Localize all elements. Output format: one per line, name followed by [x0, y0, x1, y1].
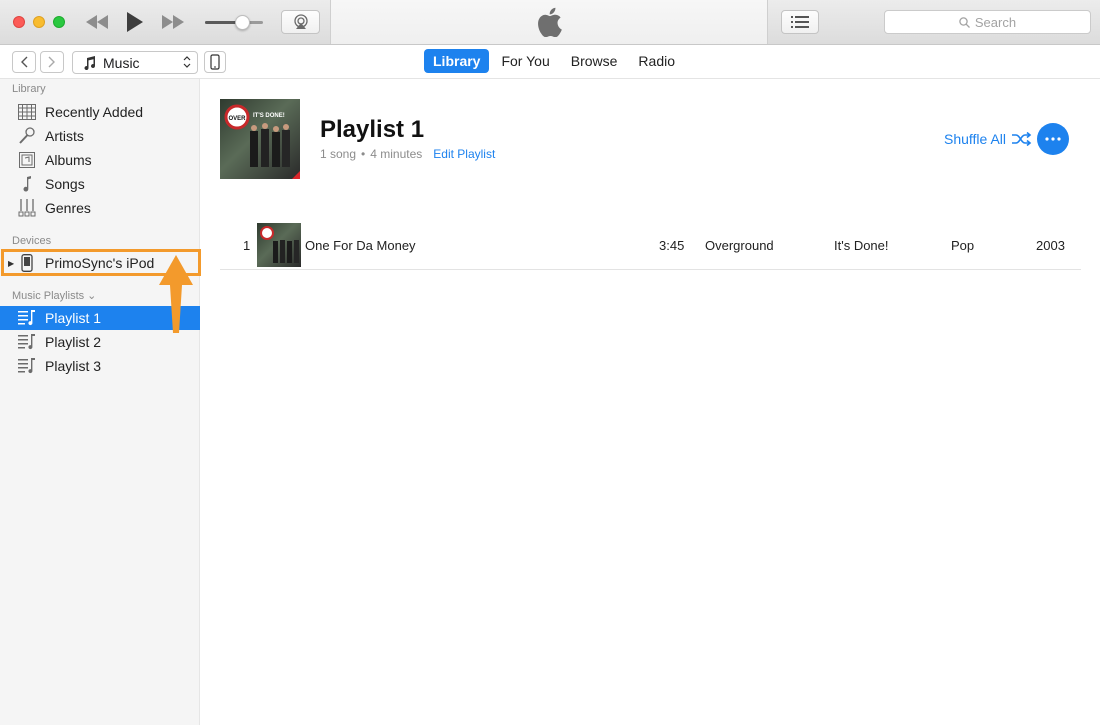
edit-playlist-link[interactable]: Edit Playlist	[433, 147, 495, 161]
sidebar-item-label: Albums	[45, 152, 92, 168]
playlist-artwork: OVER IT'S DONE!	[220, 99, 300, 179]
playlist-icon	[17, 356, 37, 376]
volume-slider[interactable]	[205, 15, 263, 30]
chevron-left-icon	[21, 56, 28, 68]
tab-browse[interactable]: Browse	[562, 49, 627, 73]
airplay-button[interactable]	[281, 10, 320, 34]
track-time: 3:45	[659, 238, 685, 253]
playlist-meta: 1 song • 4 minutes Edit Playlist	[320, 147, 495, 161]
track-album: It's Done!	[834, 238, 889, 253]
sidebar: Library Recently Added Artists Albums So…	[0, 79, 201, 725]
table-row[interactable]: 1 One For Da Money 3:45 Overground It's …	[220, 220, 1081, 270]
track-year: 2003	[1036, 238, 1065, 253]
sidebar-item-artists[interactable]: Artists	[0, 124, 200, 148]
svg-text:IT'S DONE!: IT'S DONE!	[253, 113, 285, 119]
sidebar-item-label: Playlist 1	[45, 310, 102, 326]
track-number: 1	[243, 238, 251, 253]
list-icon	[791, 16, 809, 28]
play-icon	[127, 12, 143, 32]
volume-knob[interactable]	[235, 15, 250, 30]
navigation-bar: Music Library For You Browse Radio	[0, 45, 1100, 79]
shuffle-icon	[1012, 132, 1032, 146]
microphone-icon	[17, 126, 37, 146]
sidebar-item-genres[interactable]: Genres	[0, 196, 200, 220]
svg-text:OVER: OVER	[228, 116, 246, 122]
back-button[interactable]	[12, 51, 36, 73]
playlist-icon	[17, 332, 37, 352]
album-icon	[17, 150, 37, 170]
meta-separator: •	[361, 147, 366, 161]
track-genre: Pop	[951, 238, 975, 253]
tab-for-you[interactable]: For You	[492, 49, 558, 73]
tab-library[interactable]: Library	[424, 49, 490, 73]
status-display	[330, 0, 768, 44]
library-heading: Library	[12, 83, 46, 95]
rewind-icon	[86, 15, 108, 29]
sidebar-item-songs[interactable]: Songs	[0, 172, 200, 196]
sidebar-item-label: Recently Added	[45, 104, 144, 120]
track-title: One For Da Money	[305, 238, 416, 253]
annotation-arrow-icon	[159, 255, 193, 333]
playlist-view: OVER IT'S DONE! Playlist 1 1 song • 4 mi…	[201, 80, 1100, 725]
guitar-icon	[17, 198, 37, 218]
sidebar-item-label: Playlist 3	[45, 358, 102, 374]
song-count: 1 song	[320, 147, 357, 161]
tab-radio[interactable]: Radio	[629, 49, 684, 73]
playlist-duration: 4 minutes	[370, 147, 423, 161]
chevron-updown-icon	[183, 56, 191, 68]
fast-forward-button[interactable]	[160, 10, 186, 34]
track-artist: Overground	[705, 238, 774, 253]
sidebar-item-label: Genres	[45, 200, 91, 216]
sidebar-item-label: Songs	[45, 176, 85, 192]
more-options-button[interactable]	[1037, 123, 1069, 155]
apple-logo-icon	[538, 7, 562, 37]
shuffle-all-button[interactable]: Shuffle All	[944, 131, 1032, 147]
media-kind-label: Music	[103, 54, 140, 71]
music-playlists-heading[interactable]: Music Playlists ⌄	[12, 289, 96, 302]
close-button[interactable]	[13, 16, 25, 28]
media-kind-select[interactable]: Music	[72, 51, 198, 74]
play-button[interactable]	[124, 10, 146, 34]
library-tabs: Library For You Browse Radio	[424, 49, 687, 73]
search-input[interactable]: Search	[884, 10, 1091, 34]
minimize-button[interactable]	[33, 16, 45, 28]
page-title: Playlist 1	[320, 116, 425, 143]
sidebar-item-recently-added[interactable]: Recently Added	[0, 100, 200, 124]
sidebar-item-label: Playlist 2	[45, 334, 102, 350]
note-icon	[17, 174, 37, 194]
chevron-right-icon	[48, 56, 55, 68]
playlist-icon	[17, 308, 37, 328]
music-note-icon	[84, 55, 96, 70]
search-icon	[959, 16, 970, 28]
grid-icon	[17, 102, 37, 122]
zoom-button[interactable]	[53, 16, 65, 28]
title-bar: Search	[0, 0, 1100, 45]
up-next-button[interactable]	[781, 10, 819, 34]
ellipsis-icon	[1045, 137, 1061, 141]
rewind-button[interactable]	[84, 10, 110, 34]
airplay-icon	[293, 14, 308, 29]
device-button[interactable]	[204, 51, 226, 73]
search-placeholder: Search	[974, 14, 1017, 30]
fast-forward-icon	[162, 15, 184, 29]
sidebar-item-albums[interactable]: Albums	[0, 148, 200, 172]
devices-heading: Devices	[12, 235, 52, 247]
iphone-icon	[210, 54, 220, 70]
sidebar-item-playlist-3[interactable]: Playlist 3	[0, 354, 200, 378]
track-artwork	[257, 223, 301, 267]
sidebar-item-label: Artists	[45, 128, 84, 144]
forward-button[interactable]	[40, 51, 64, 73]
shuffle-all-label: Shuffle All	[944, 131, 1007, 147]
